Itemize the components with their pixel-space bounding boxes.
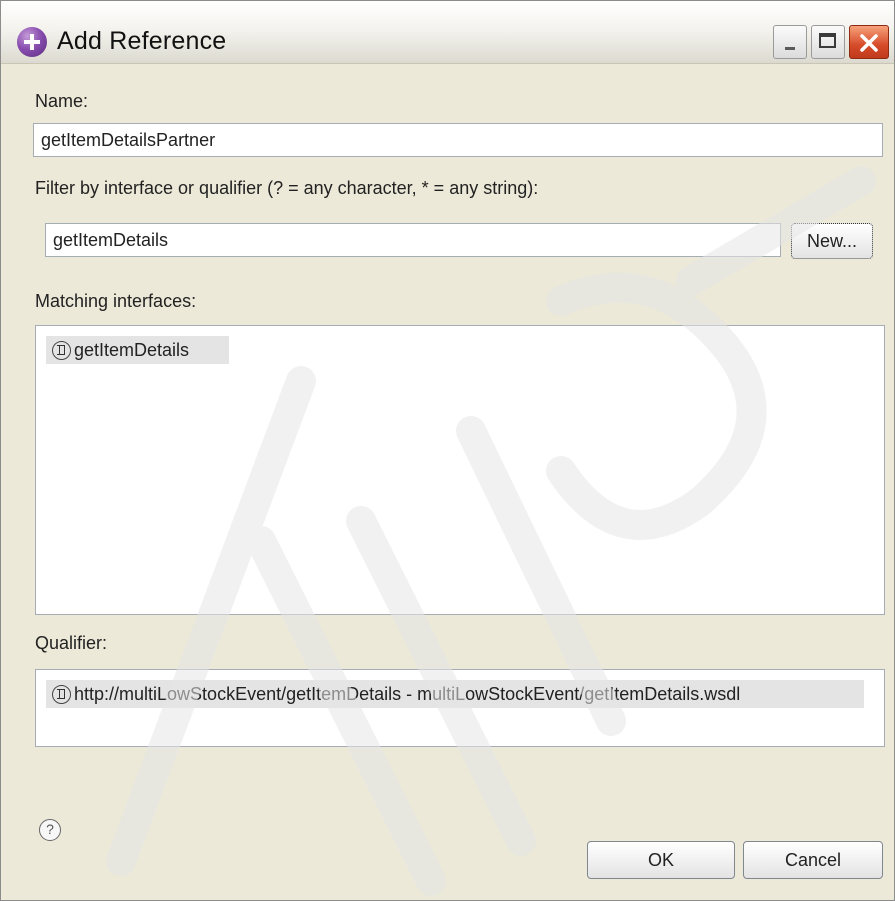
- matching-interfaces-label: Matching interfaces:: [35, 291, 197, 311]
- cancel-button[interactable]: Cancel: [743, 841, 883, 879]
- minimize-button[interactable]: [773, 25, 807, 59]
- plus-reference-icon: [17, 27, 47, 57]
- window-title: Add Reference: [57, 27, 227, 55]
- ok-button[interactable]: OK: [587, 841, 735, 879]
- qualifier-list[interactable]: http://multiLowStockEvent/getItemDetails…: [35, 669, 885, 747]
- title-bar[interactable]: Add Reference: [1, 1, 894, 64]
- filter-input[interactable]: [45, 223, 781, 257]
- list-item-label: getItemDetails: [74, 339, 190, 360]
- close-button[interactable]: [849, 25, 889, 59]
- list-item-label: http://multiLowStockEvent/getItemDetails…: [74, 683, 741, 704]
- close-icon: [860, 34, 878, 52]
- maximize-button[interactable]: [811, 25, 845, 59]
- add-reference-dialog: Add Reference Name: Filter by interface …: [0, 0, 895, 901]
- name-input[interactable]: [33, 123, 883, 157]
- interface-icon: [52, 684, 71, 704]
- maximize-icon: [819, 33, 836, 48]
- minimize-icon: [785, 47, 795, 50]
- interface-icon: [52, 340, 71, 360]
- filter-label: Filter by interface or qualifier (? = an…: [35, 178, 539, 198]
- name-label: Name:: [35, 91, 89, 111]
- list-item[interactable]: http://multiLowStockEvent/getItemDetails…: [46, 680, 864, 708]
- matching-interfaces-list[interactable]: getItemDetails: [35, 325, 885, 615]
- help-icon[interactable]: ?: [39, 819, 61, 841]
- list-item[interactable]: getItemDetails: [46, 336, 229, 364]
- qualifier-label: Qualifier:: [35, 633, 108, 653]
- new-button[interactable]: New...: [791, 223, 873, 259]
